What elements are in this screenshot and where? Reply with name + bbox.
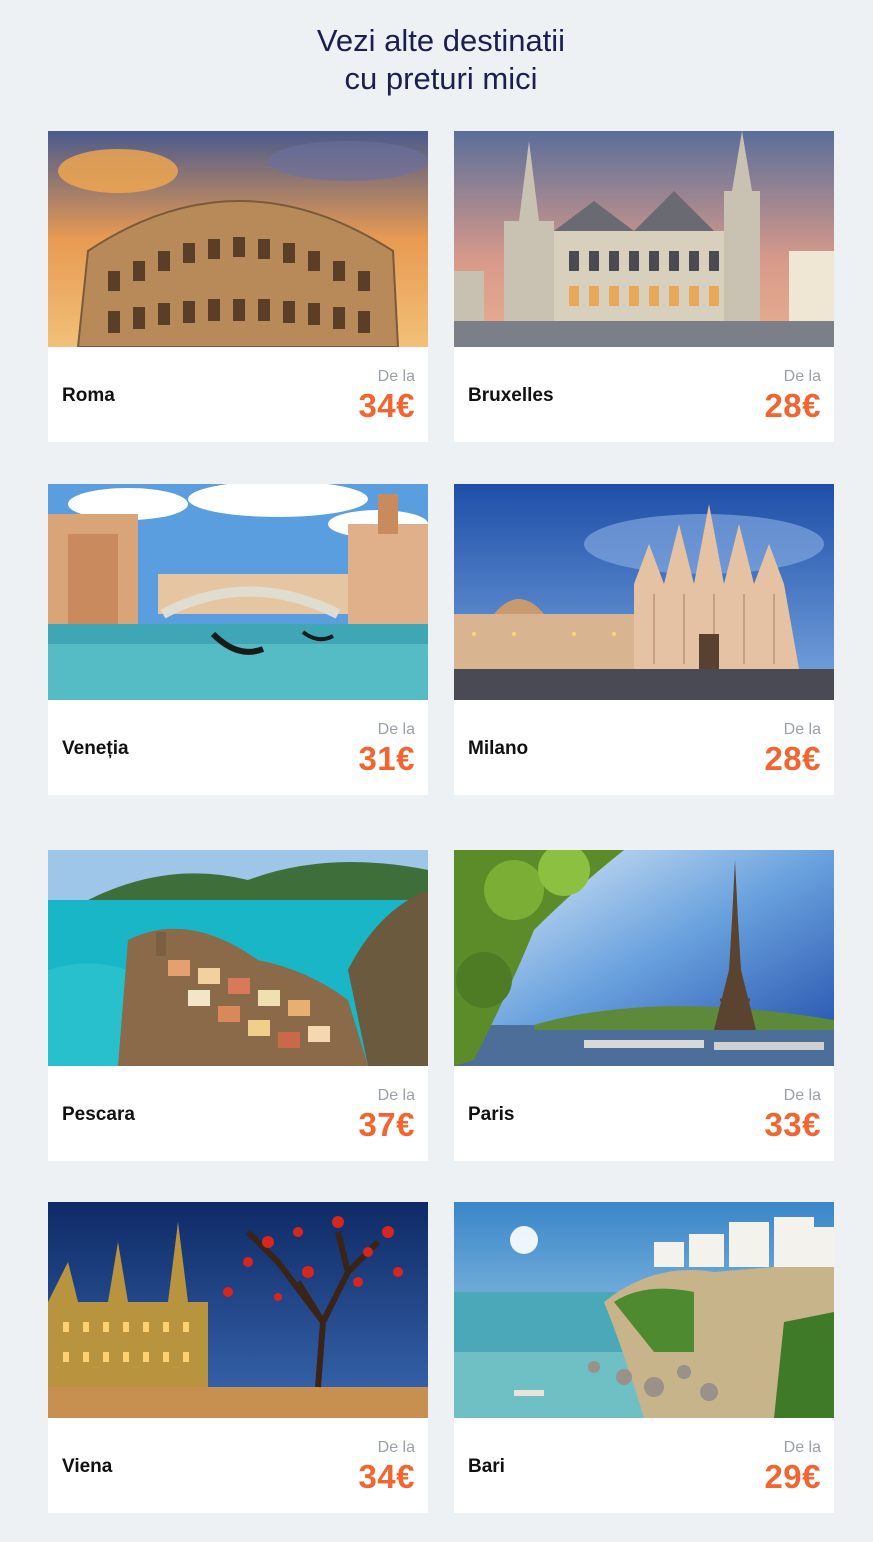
destination-price: 31€ (358, 740, 415, 777)
destination-card-milano[interactable]: Milano De la 28€ (454, 484, 834, 795)
destination-city[interactable]: Roma (62, 385, 115, 407)
duomo-photo[interactable] (454, 484, 834, 700)
destination-card-pescara[interactable]: Pescara De la 37€ (48, 850, 428, 1161)
page-title: Vezi alte destinatii cu preturi mici (0, 22, 873, 98)
destination-price: 37€ (358, 1106, 415, 1143)
destination-city[interactable]: Paris (468, 1104, 514, 1126)
destination-city[interactable]: Bruxelles (468, 385, 554, 407)
destination-city[interactable]: Veneția (62, 738, 129, 760)
destination-price: 34€ (358, 1458, 415, 1495)
price-prefix: De la (783, 368, 821, 385)
price-prefix: De la (377, 1087, 415, 1104)
price-prefix: De la (783, 721, 821, 738)
price-prefix: De la (783, 1087, 821, 1104)
destination-city[interactable]: Milano (468, 738, 528, 760)
eiffel-tower-photo[interactable] (454, 850, 834, 1066)
price-prefix: De la (783, 1439, 821, 1456)
destination-price: 28€ (764, 387, 821, 424)
grand-canal-photo[interactable] (48, 484, 428, 700)
destination-card-paris[interactable]: Paris De la 33€ (454, 850, 834, 1161)
destination-price: 33€ (764, 1106, 821, 1143)
destination-price: 34€ (358, 387, 415, 424)
destination-price: 29€ (764, 1458, 821, 1495)
city-hall-night-photo[interactable] (48, 1202, 428, 1418)
gothic-hall-photo[interactable] (454, 131, 834, 347)
cliff-beach-photo[interactable] (454, 1202, 834, 1418)
price-prefix: De la (377, 1439, 415, 1456)
colosseum-photo[interactable] (48, 131, 428, 347)
destination-card-bruxelles[interactable]: Bruxelles De la 28€ (454, 131, 834, 442)
destination-city[interactable]: Viena (62, 1456, 112, 1478)
page-title-line-2: cu preturi mici (344, 61, 538, 96)
destination-price: 28€ (764, 740, 821, 777)
price-prefix: De la (377, 721, 415, 738)
destination-card-venetia[interactable]: Veneția De la 31€ (48, 484, 428, 795)
destination-card-roma[interactable]: Roma De la 34€ (48, 131, 428, 442)
destination-city[interactable]: Pescara (62, 1104, 135, 1126)
destination-city[interactable]: Bari (468, 1456, 505, 1478)
price-prefix: De la (377, 368, 415, 385)
destination-card-viena[interactable]: Viena De la 34€ (48, 1202, 428, 1513)
page-title-line-1: Vezi alte destinatii (316, 23, 566, 58)
coastal-village-photo[interactable] (48, 850, 428, 1066)
destination-card-bari[interactable]: Bari De la 29€ (454, 1202, 834, 1513)
